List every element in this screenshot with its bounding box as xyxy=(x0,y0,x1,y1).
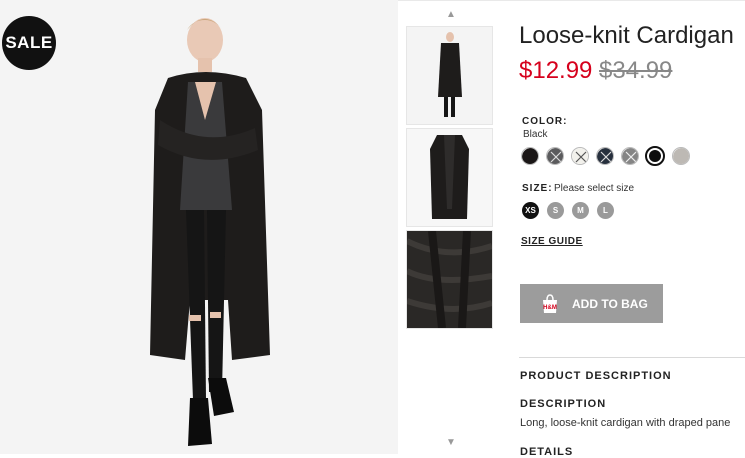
color-swatch-white[interactable] xyxy=(571,147,589,165)
color-swatch-black[interactable] xyxy=(521,147,539,165)
size-guide-link[interactable]: SIZE GUIDE xyxy=(521,236,583,247)
size-option-l[interactable]: L xyxy=(597,202,614,219)
details-heading[interactable]: DETAILS xyxy=(520,446,573,458)
hm-bag-icon: H&M xyxy=(543,293,557,313)
color-label: COLOR: xyxy=(522,116,568,127)
add-to-bag-button[interactable]: H&M ADD TO BAG xyxy=(520,284,663,323)
size-option-m[interactable]: M xyxy=(572,202,589,219)
svg-text:H&M: H&M xyxy=(543,305,557,311)
color-swatch-dark-gray[interactable] xyxy=(546,147,564,165)
thumbnail-model[interactable] xyxy=(406,26,493,125)
product-title: Loose-knit Cardigan xyxy=(519,22,734,49)
color-swatch-black-selected[interactable] xyxy=(645,146,665,166)
sale-badge: SALE xyxy=(2,16,56,70)
section-divider xyxy=(519,357,745,358)
size-option-s[interactable]: S xyxy=(547,202,564,219)
color-swatch-gray[interactable] xyxy=(621,147,639,165)
original-price: $34.99 xyxy=(599,57,673,84)
add-to-bag-label: ADD TO BAG xyxy=(572,296,648,311)
size-option-xs[interactable]: XS xyxy=(522,202,539,219)
selected-color: Black xyxy=(523,129,548,140)
main-product-image[interactable] xyxy=(0,0,398,454)
thumbnail-knit-detail[interactable] xyxy=(406,230,493,329)
size-prompt: Please select size xyxy=(554,183,635,194)
product-description-heading[interactable]: PRODUCT DESCRIPTION xyxy=(520,370,672,382)
sale-price: $12.99 xyxy=(519,57,593,84)
thumbnails-down-arrow-icon[interactable]: ▼ xyxy=(444,438,458,448)
size-label: SIZE: xyxy=(522,183,553,194)
color-swatch-navy[interactable] xyxy=(596,147,614,165)
description-heading: DESCRIPTION xyxy=(520,398,607,410)
model-figure xyxy=(0,0,398,454)
description-text: Long, loose-knit cardigan with draped pa… xyxy=(520,417,731,429)
color-swatch-light-gray[interactable] xyxy=(672,147,690,165)
thumbnails-up-arrow-icon[interactable]: ▲ xyxy=(444,10,458,20)
thumbnail-product-flat[interactable] xyxy=(406,128,493,227)
